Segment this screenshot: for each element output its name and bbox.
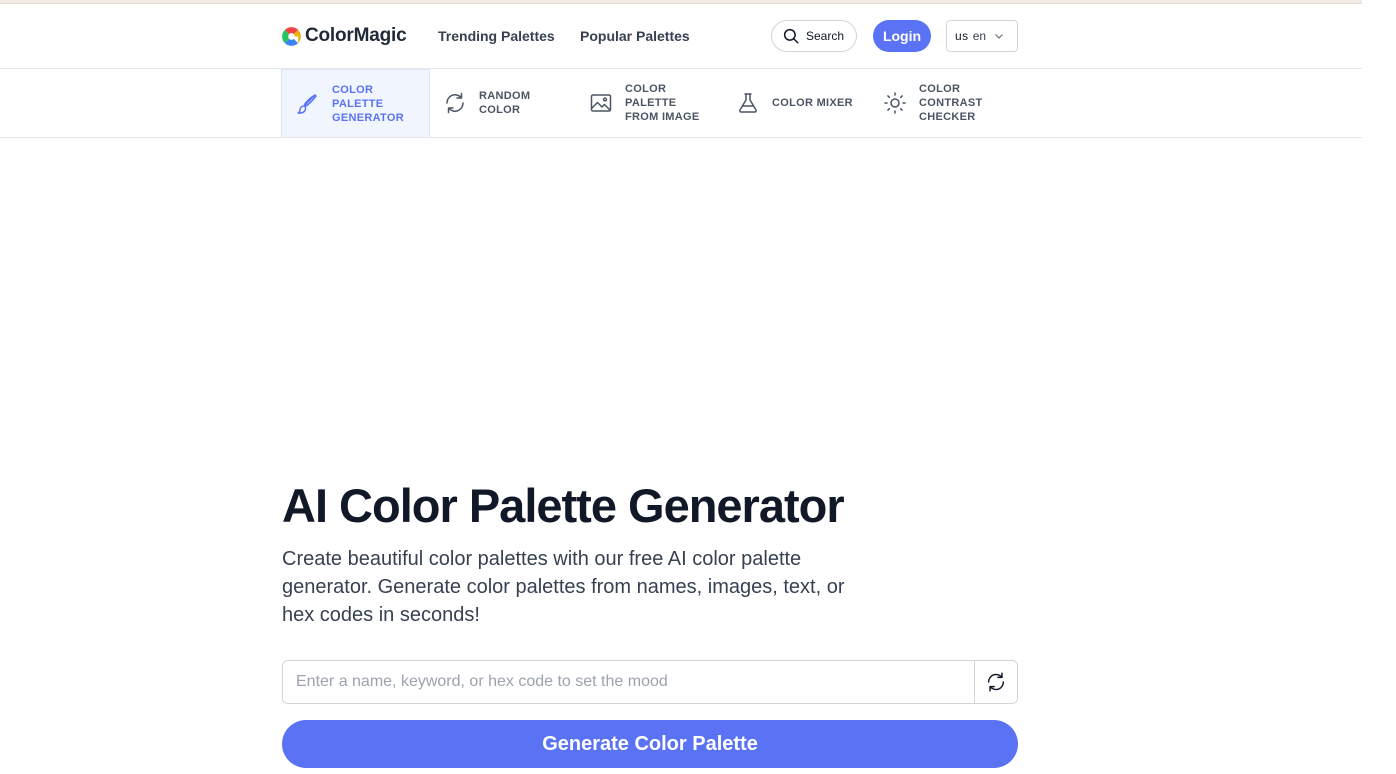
- site-header: ColorMagic Trending Palettes Popular Pal…: [0, 4, 1362, 69]
- search-icon: [783, 28, 799, 44]
- tool-label: RANDOM COLOR: [479, 90, 531, 116]
- sun-icon: [884, 92, 906, 114]
- tab-color-palette-from-image[interactable]: COLOR PALETTE FROM IMAGE: [589, 69, 729, 137]
- login-button[interactable]: Login: [873, 20, 931, 52]
- nav-trending-palettes[interactable]: Trending Palettes: [438, 28, 555, 44]
- page-scrollbar-area: [1362, 0, 1396, 774]
- language-code: en: [972, 29, 987, 43]
- brush-icon: [297, 93, 317, 114]
- image-icon: [590, 94, 612, 112]
- tab-color-contrast-checker[interactable]: COLOR CONTRAST CHECKER: [883, 69, 1023, 137]
- tool-label: COLOR PALETTE GENERATOR: [332, 83, 404, 124]
- language-flag: us: [955, 29, 969, 43]
- chevron-down-icon: [995, 34, 1003, 39]
- logo-text: ColorMagic: [305, 25, 407, 46]
- tab-color-mixer[interactable]: COLOR MIXER: [736, 69, 876, 137]
- page-subtitle: Create beautiful color palettes with our…: [282, 548, 845, 626]
- tool-label: COLOR MIXER: [772, 97, 853, 109]
- flask-icon: [739, 93, 757, 113]
- refresh-icon: [446, 92, 464, 114]
- search-button[interactable]: Search: [771, 20, 857, 52]
- page-title: AI Color Palette Generator: [282, 479, 845, 532]
- tab-color-palette-generator[interactable]: COLOR PALETTE GENERATOR: [281, 69, 430, 137]
- tool-label: COLOR PALETTE FROM IMAGE: [625, 83, 700, 123]
- language-selector[interactable]: us en: [946, 20, 1018, 52]
- nav-popular-palettes[interactable]: Popular Palettes: [580, 28, 690, 44]
- random-keyword-button[interactable]: [974, 661, 1017, 703]
- search-button-label: Search: [806, 29, 845, 43]
- tool-navigation: COLOR PALETTE GENERATOR RANDOM COLOR COL…: [0, 69, 1362, 138]
- refresh-icon: [987, 672, 1005, 692]
- logo[interactable]: ColorMagic: [282, 25, 407, 47]
- tab-random-color[interactable]: RANDOM COLOR: [441, 69, 581, 137]
- mood-input[interactable]: [283, 661, 974, 703]
- colormagic-logo-icon: [282, 26, 301, 46]
- tool-label: COLOR CONTRAST CHECKER: [919, 83, 983, 123]
- generate-palette-button[interactable]: Generate Color Palette: [282, 720, 1018, 768]
- mood-input-group: [282, 660, 1018, 704]
